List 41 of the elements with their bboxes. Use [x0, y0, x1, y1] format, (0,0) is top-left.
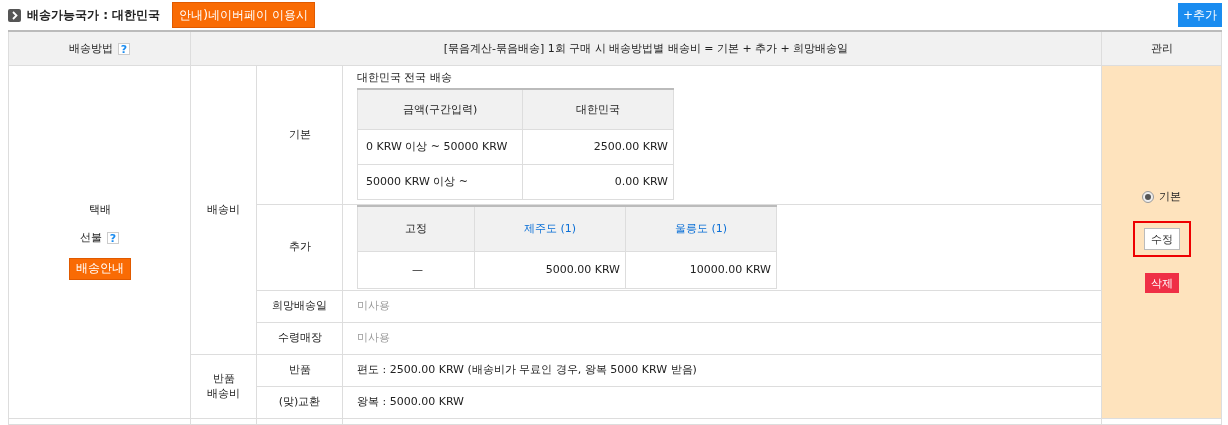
- table-cell: (맞)교환: [256, 386, 343, 418]
- table-cell: 왕복 : 5000.00 KRW: [357, 395, 464, 409]
- group-label: 배송비: [207, 387, 240, 401]
- table-cell: 희망배송일: [256, 290, 343, 322]
- table-cell: 2500.00 KRW: [522, 129, 674, 165]
- add-button[interactable]: +추가: [1177, 3, 1222, 27]
- inner-header: 금액(구간입력): [357, 89, 523, 130]
- delete-button[interactable]: 삭제: [1144, 273, 1179, 294]
- table-cell: 미사용: [357, 331, 390, 345]
- table-cell: 수령매장: [256, 322, 343, 354]
- table-cell: 50000 KRW 이상 ~: [357, 164, 523, 200]
- table-cell: 미사용: [357, 299, 390, 313]
- table-cell: 배송비: [190, 65, 257, 354]
- region-link[interactable]: 울릉도 (1): [625, 206, 777, 252]
- table-cell: 추가: [256, 204, 343, 290]
- naverpay-guide-button[interactable]: 안내)네이버페이 이용시: [172, 2, 315, 28]
- help-icon[interactable]: ?: [118, 42, 130, 55]
- group-label: 반품: [212, 371, 235, 385]
- chevron-icon: [8, 8, 21, 22]
- table-cell: 편도 : 2500.00 KRW (배송비가 무료인 경우, 왕복 5000 KRW 받음): [357, 363, 697, 377]
- method-name: 택배: [88, 203, 111, 217]
- payment-type: 선불: [80, 230, 102, 244]
- column-header: 배송방법 ?: [8, 31, 191, 65]
- shipping-guide-button[interactable]: 배송안내: [68, 257, 131, 280]
- help-icon[interactable]: ?: [107, 231, 119, 244]
- table-cell: 반품: [256, 354, 343, 386]
- table-cell: 0 KRW 이상 ~ 50000 KRW: [357, 129, 523, 165]
- default-radio[interactable]: 기본: [1142, 189, 1181, 204]
- column-header: [묶음계산-묶음배송] 1회 구매 시 배송방법별 배송비 = 기본 + 추가 + 희망배송일: [190, 31, 1102, 65]
- inner-header: 고정: [357, 206, 475, 252]
- table-cell: —: [357, 251, 475, 289]
- region-link[interactable]: 제주도 (1): [474, 206, 626, 252]
- basic-caption: 대한민국 전국 배송: [357, 71, 453, 85]
- table-cell: 5000.00 KRW: [474, 251, 626, 289]
- table-cell: 기본: [256, 65, 343, 204]
- section-title: 배송가능국가 : 대한민국: [27, 7, 161, 23]
- column-header: 관리: [1101, 31, 1222, 65]
- inner-header: 대한민국: [522, 89, 674, 130]
- table-cell: 0.00 KRW: [522, 164, 674, 200]
- edit-button[interactable]: 수정: [1143, 228, 1180, 251]
- table-cell: 10000.00 KRW: [625, 251, 777, 289]
